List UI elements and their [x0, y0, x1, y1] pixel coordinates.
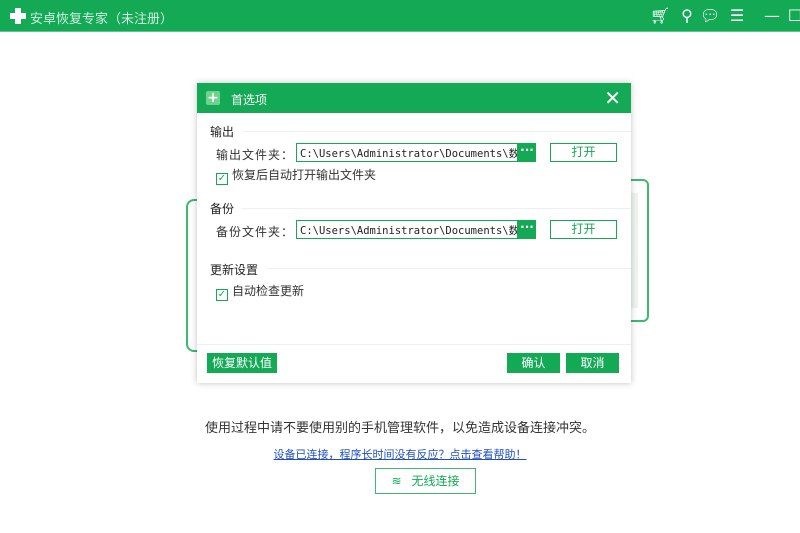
output-open-button[interactable]: 打开 — [550, 143, 617, 162]
section-update: 更新设置 — [210, 263, 259, 277]
auto-check-label: 自动检查更新 — [232, 284, 305, 298]
dialog-logo-icon: + — [206, 90, 220, 106]
dialog-title: 首选项 — [231, 93, 268, 107]
app-logo-icon — [10, 8, 26, 24]
divider — [242, 131, 631, 132]
check-icon: ✓ — [216, 173, 228, 185]
auto-open-checkbox[interactable]: ✓ 恢复后自动打开输出文件夹 — [216, 166, 376, 185]
restore-defaults-button[interactable]: 恢复默认值 — [207, 353, 277, 373]
divider — [242, 208, 631, 209]
section-output: 输出 — [210, 125, 235, 139]
backup-folder-label: 备份文件夹： — [216, 225, 295, 239]
backup-browse-button[interactable]: ··· — [518, 220, 536, 239]
preferences-dialog: + 首选项 ✕ 输出 输出文件夹： C:\Users\Administrator… — [197, 83, 631, 383]
confirm-button[interactable]: 确认 — [507, 353, 560, 373]
chat-icon[interactable]: 💬︎ — [700, 6, 720, 26]
warning-text: 使用过程中请不要使用别的手机管理软件，以免造成设备连接冲突。 — [204, 421, 595, 436]
output-folder-label: 输出文件夹： — [216, 148, 295, 162]
menu-icon[interactable]: ☰ — [727, 6, 747, 26]
section-backup: 备份 — [210, 202, 235, 216]
wifi-icon: ≋ — [391, 474, 402, 488]
output-folder-input[interactable]: C:\Users\Administrator\Documents\数 — [296, 143, 518, 162]
footer-divider — [197, 344, 631, 345]
cancel-button[interactable]: 取消 — [566, 353, 619, 373]
check-icon: ✓ — [216, 289, 228, 301]
backup-folder-input[interactable]: C:\Users\Administrator\Documents\数 — [296, 220, 518, 239]
app-title: 安卓恢复专家（未注册） — [30, 12, 174, 27]
dialog-title-bar: + 首选项 ✕ — [197, 83, 631, 113]
wireless-connect-label: 无线连接 — [411, 474, 460, 488]
divider — [267, 268, 631, 269]
auto-check-update-checkbox[interactable]: ✓ 自动检查更新 — [216, 282, 304, 301]
maximize-icon[interactable]: ☐ — [785, 6, 800, 26]
help-link[interactable]: 设备已连接，程序长时间没有反应？点击查看帮助！ — [0, 446, 800, 462]
close-icon[interactable]: ✕ — [604, 88, 621, 108]
minimize-icon[interactable]: — — [762, 6, 782, 26]
key-icon[interactable]: ⚲ — [677, 6, 697, 26]
background-panel-right — [628, 179, 649, 322]
output-browse-button[interactable]: ··· — [518, 143, 536, 162]
cart-icon[interactable]: 🛒︎ — [650, 6, 670, 26]
backup-open-button[interactable]: 打开 — [550, 220, 617, 239]
wireless-connect-button[interactable]: ≋ 无线连接 — [375, 468, 476, 494]
title-bar: 安卓恢复专家（未注册） 🛒︎ ⚲ 💬︎ ☰ — ☐ — [0, 0, 800, 32]
auto-open-label: 恢复后自动打开输出文件夹 — [232, 168, 377, 182]
